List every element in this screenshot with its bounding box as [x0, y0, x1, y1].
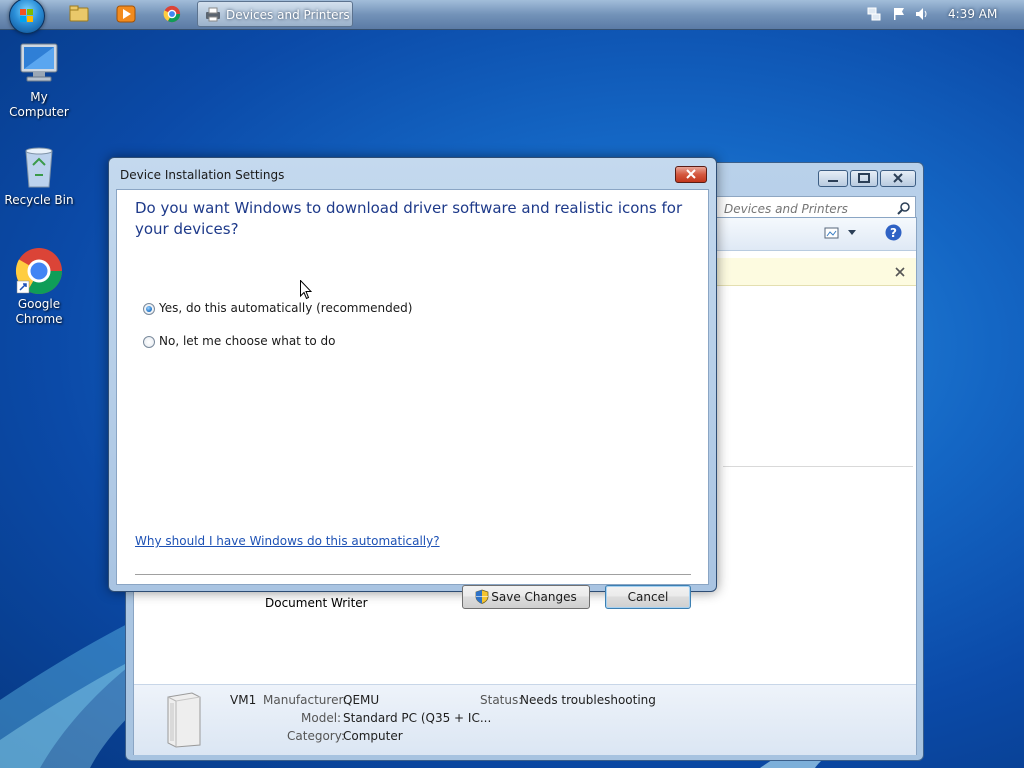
svg-text:?: ? [890, 226, 897, 240]
close-icon [893, 173, 903, 183]
model-value: Standard PC (Q35 + IC... [343, 711, 492, 725]
desktop-icon-google-chrome[interactable]: Google Chrome [1, 247, 77, 327]
maximize-button[interactable] [850, 170, 878, 187]
radio-button-checked[interactable] [143, 303, 155, 315]
option-label[interactable]: No, let me choose what to do [159, 334, 336, 348]
status-label: Status: [480, 693, 523, 707]
clock[interactable]: 4:39 AM [948, 7, 997, 21]
category-value: Computer [343, 729, 403, 743]
change-view-icon[interactable] [824, 226, 840, 240]
category-label: Category: [287, 729, 345, 743]
windows-logo-icon [20, 9, 33, 22]
search-icon[interactable] [897, 201, 911, 215]
taskbar-task-label: Devices and Printers [226, 8, 350, 22]
network-icon[interactable] [867, 7, 881, 21]
model-label: Model: [301, 711, 342, 725]
printer-icon [206, 7, 220, 22]
chrome-icon[interactable] [162, 5, 182, 23]
radio-button[interactable] [143, 336, 155, 348]
device-name: VM1 [230, 693, 257, 707]
minimize-icon [828, 180, 838, 182]
dialog-body: Do you want Windows to download driver s… [116, 189, 709, 609]
save-changes-button[interactable]: Save Changes [462, 585, 590, 609]
start-button[interactable] [9, 0, 45, 34]
media-player-icon[interactable] [116, 5, 136, 23]
save-changes-label: Save Changes [491, 590, 577, 604]
option-label[interactable]: Yes, do this automatically (recommended) [159, 301, 412, 315]
recycle-bin-icon [15, 143, 63, 191]
explorer-icon[interactable] [69, 5, 89, 23]
taskbar: Devices and Printers 4:39 AM [0, 0, 1024, 34]
action-center-flag-icon[interactable] [892, 7, 906, 21]
computer-icon [15, 40, 63, 88]
close-icon [686, 169, 696, 179]
volume-icon[interactable] [915, 7, 929, 21]
divider [723, 466, 913, 467]
mouse-cursor-icon [300, 280, 312, 300]
desktop-icon-label: Recycle Bin [4, 193, 74, 207]
desktop-icon-label: Google Chrome [15, 297, 63, 326]
search-box[interactable] [716, 196, 916, 219]
computer-tower-icon [167, 692, 201, 748]
device-item-label[interactable]: Document Writer [265, 596, 368, 610]
help-icon[interactable]: ? [885, 224, 902, 241]
help-link[interactable]: Why should I have Windows do this automa… [135, 534, 440, 548]
manufacturer-label: Manufacturer: [263, 693, 348, 707]
chrome-icon [15, 247, 63, 295]
chevron-down-icon[interactable] [848, 230, 856, 235]
desktop-icon-recycle-bin[interactable]: Recycle Bin [1, 143, 77, 208]
dialog-heading: Do you want Windows to download driver s… [135, 199, 683, 238]
status-value: Needs troubleshooting [520, 693, 656, 707]
search-input[interactable] [722, 198, 896, 219]
close-icon[interactable] [895, 267, 905, 277]
dialog-close-button[interactable] [675, 166, 707, 183]
device-installation-settings-dialog: Device Installation Settings Do you want… [108, 157, 717, 609]
window-close-button[interactable] [880, 170, 916, 187]
desktop-icon-my-computer[interactable]: My Computer [1, 40, 77, 120]
dialog-title: Device Installation Settings [120, 168, 285, 182]
details-pane: VM1 Manufacturer: QEMU Model: Standard P… [134, 684, 916, 755]
desktop-icon-label: My Computer [9, 90, 69, 119]
maximize-icon [858, 173, 870, 183]
taskbar-task-devices-and-printers[interactable]: Devices and Printers [197, 1, 353, 27]
manufacturer-value: QEMU [343, 693, 380, 707]
cancel-button[interactable]: Cancel [605, 585, 691, 609]
uac-shield-icon [475, 589, 489, 604]
divider [135, 574, 691, 575]
minimize-button[interactable] [818, 170, 848, 187]
